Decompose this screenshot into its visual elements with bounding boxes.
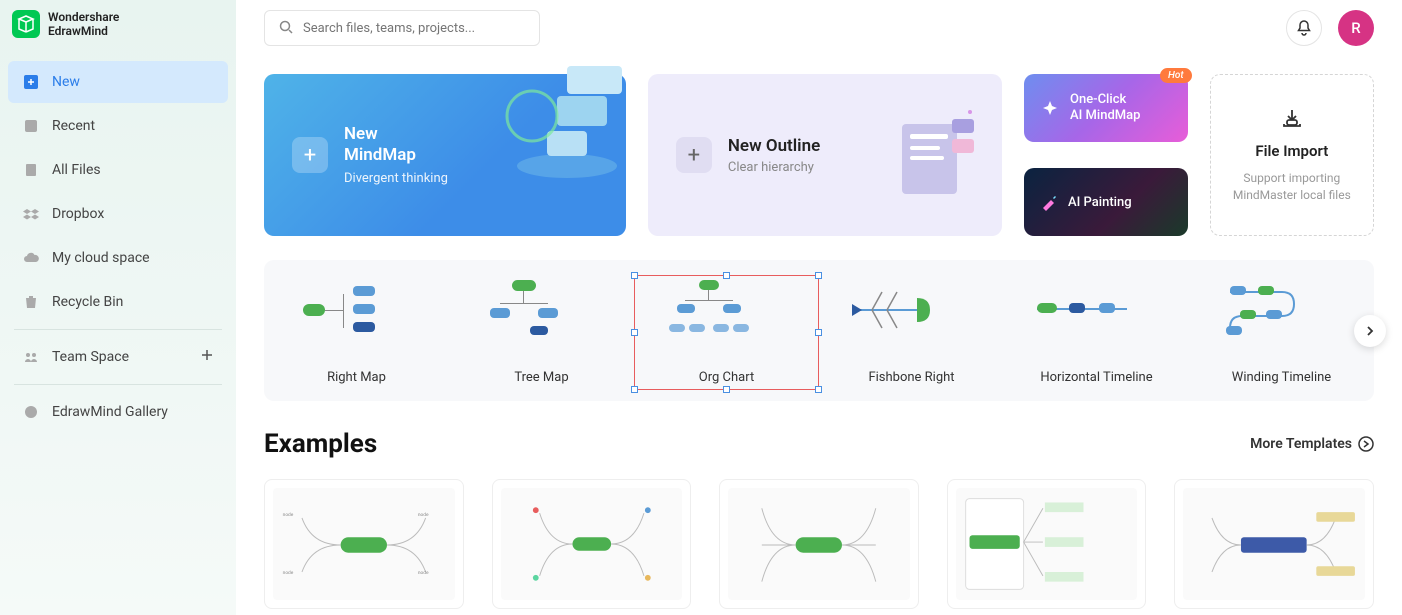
example-card[interactable] bbox=[492, 479, 692, 609]
notifications-button[interactable] bbox=[1286, 10, 1322, 46]
sidebar-label: New bbox=[52, 74, 80, 90]
template-right-map[interactable]: Right Map bbox=[264, 280, 449, 385]
template-horizontal-timeline[interactable]: Horizontal Timeline bbox=[1004, 280, 1189, 385]
sidebar-item-allfiles[interactable]: All Files bbox=[8, 149, 228, 191]
sidebar-item-team[interactable]: Team Space bbox=[8, 336, 228, 378]
sidebar-label: Recent bbox=[52, 118, 95, 134]
svg-text:node: node bbox=[283, 570, 294, 576]
brand-logo: Wondershare EdrawMind bbox=[0, 10, 236, 59]
ai-painting-card[interactable]: AI Painting bbox=[1024, 168, 1188, 236]
sidebar: Wondershare EdrawMind New Recent All Fil… bbox=[0, 0, 236, 615]
brand-line2: EdrawMind bbox=[48, 24, 119, 38]
template-label: Winding Timeline bbox=[1232, 370, 1331, 385]
add-team-icon[interactable] bbox=[200, 348, 214, 366]
example-card[interactable]: node node node node bbox=[264, 479, 464, 609]
template-fishbone[interactable]: Fishbone Right bbox=[819, 280, 1004, 385]
ai-oneclick-line2: AI MindMap bbox=[1070, 108, 1140, 124]
template-org-chart[interactable]: Org Chart bbox=[634, 280, 819, 385]
sidebar-label: My cloud space bbox=[52, 250, 150, 266]
team-icon bbox=[22, 348, 40, 366]
ai-painting-label: AI Painting bbox=[1068, 195, 1132, 210]
sidebar-item-recycle[interactable]: Recycle Bin bbox=[8, 281, 228, 323]
file-icon bbox=[22, 161, 40, 179]
palette-icon bbox=[22, 403, 40, 421]
more-templates-label: More Templates bbox=[1250, 436, 1352, 452]
search-input[interactable] bbox=[303, 21, 525, 36]
sidebar-item-dropbox[interactable]: Dropbox bbox=[8, 193, 228, 235]
new-outline-card[interactable]: + New Outline Clear hierarchy bbox=[648, 74, 1002, 236]
mindmap-title1: New bbox=[344, 124, 378, 144]
template-label: Right Map bbox=[327, 370, 386, 385]
outline-subtitle: Clear hierarchy bbox=[728, 160, 820, 175]
examples-row: node node node node bbox=[264, 479, 1374, 609]
chevron-right-icon bbox=[1364, 325, 1376, 337]
ai-column: One-Click AI MindMap Hot AI Painting bbox=[1024, 74, 1188, 236]
template-winding-timeline[interactable]: Winding Timeline bbox=[1189, 280, 1374, 385]
search-icon bbox=[279, 19, 293, 38]
template-label: Tree Map bbox=[514, 370, 568, 385]
sidebar-item-new[interactable]: New bbox=[8, 61, 228, 103]
outline-illustration bbox=[892, 104, 982, 204]
outline-title: New Outline bbox=[728, 136, 820, 156]
import-title: File Import bbox=[1255, 142, 1328, 160]
sidebar-label: EdrawMind Gallery bbox=[52, 404, 168, 420]
sidebar-item-cloud[interactable]: My cloud space bbox=[8, 237, 228, 279]
ai-mindmap-icon bbox=[1040, 98, 1060, 118]
brand-line1: Wondershare bbox=[48, 10, 119, 24]
examples-heading: Examples bbox=[264, 429, 377, 459]
plus-icon: + bbox=[292, 137, 328, 173]
example-card[interactable] bbox=[719, 479, 919, 609]
circle-arrow-icon bbox=[1358, 436, 1374, 452]
mindmap-illustration bbox=[502, 56, 632, 186]
example-card[interactable] bbox=[947, 479, 1147, 609]
template-label: Fishbone Right bbox=[868, 370, 954, 385]
avatar-initial: R bbox=[1351, 19, 1360, 37]
sidebar-label: Dropbox bbox=[52, 206, 104, 222]
ai-painting-icon bbox=[1040, 193, 1058, 211]
sidebar-label: Team Space bbox=[52, 349, 129, 365]
example-card[interactable] bbox=[1174, 479, 1374, 609]
trash-icon bbox=[22, 293, 40, 311]
import-subtitle: Support importing MindMaster local files bbox=[1223, 170, 1361, 204]
sidebar-item-recent[interactable]: Recent bbox=[8, 105, 228, 147]
cloud-icon bbox=[22, 249, 40, 267]
ai-oneclick-card[interactable]: One-Click AI MindMap Hot bbox=[1024, 74, 1188, 142]
edrawmind-logo-icon bbox=[12, 10, 40, 38]
template-tree-map[interactable]: Tree Map bbox=[449, 280, 634, 385]
sidebar-label: Recycle Bin bbox=[52, 294, 123, 310]
sidebar-divider bbox=[14, 329, 222, 330]
hot-badge: Hot bbox=[1160, 68, 1192, 83]
user-avatar[interactable]: R bbox=[1338, 10, 1374, 46]
dropbox-icon bbox=[22, 205, 40, 223]
svg-text:node: node bbox=[283, 512, 294, 518]
svg-text:node: node bbox=[418, 512, 429, 518]
search-box[interactable] bbox=[264, 10, 540, 46]
more-templates-link[interactable]: More Templates bbox=[1250, 436, 1374, 452]
mindmap-subtitle: Divergent thinking bbox=[344, 171, 448, 186]
sidebar-divider bbox=[14, 384, 222, 385]
svg-text:node: node bbox=[418, 570, 429, 576]
bell-icon bbox=[1295, 19, 1313, 37]
import-icon bbox=[1279, 106, 1305, 132]
main-content: R + NewMindMap Divergent thinking + New … bbox=[236, 0, 1402, 615]
examples-header: Examples More Templates bbox=[264, 429, 1374, 459]
hero-row: + NewMindMap Divergent thinking + New Ou… bbox=[264, 74, 1374, 236]
ai-oneclick-line1: One-Click bbox=[1070, 92, 1140, 108]
file-import-card[interactable]: File Import Support importing MindMaster… bbox=[1210, 74, 1374, 236]
topbar: R bbox=[264, 10, 1374, 46]
mindmap-title2: MindMap bbox=[344, 145, 416, 165]
sidebar-label: All Files bbox=[52, 162, 101, 178]
plus-icon: + bbox=[676, 137, 712, 173]
plus-square-icon bbox=[22, 73, 40, 91]
new-mindmap-card[interactable]: + NewMindMap Divergent thinking bbox=[264, 74, 626, 236]
sidebar-item-gallery[interactable]: EdrawMind Gallery bbox=[8, 391, 228, 433]
template-carousel: Right Map Tree Map bbox=[264, 260, 1374, 401]
template-label: Horizontal Timeline bbox=[1040, 370, 1152, 385]
clock-icon bbox=[22, 117, 40, 135]
carousel-next-button[interactable] bbox=[1354, 315, 1386, 347]
